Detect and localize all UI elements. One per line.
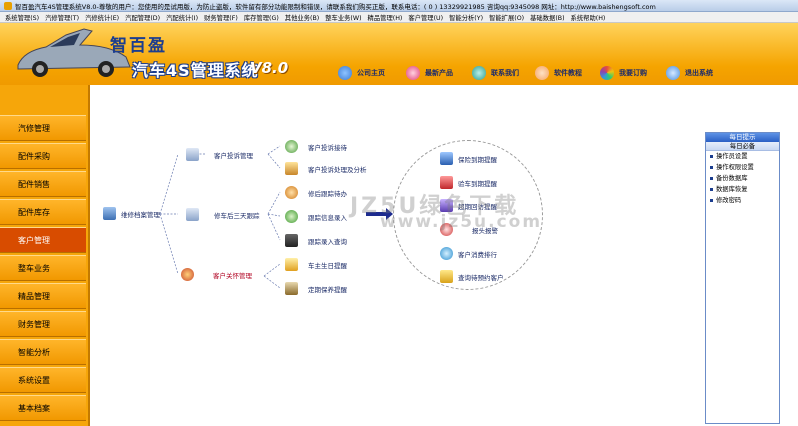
node-overdue-visit-reminder[interactable]: 超期回访提醒 bbox=[440, 199, 497, 212]
panel-item-change-password[interactable]: 修改密码 bbox=[706, 195, 779, 206]
node-three-day-followup[interactable]: 修车后三天跟踪 bbox=[186, 208, 260, 221]
node-inspection-reminder[interactable]: 验车到期提醒 bbox=[440, 176, 497, 189]
workflow-icon bbox=[186, 148, 199, 161]
panel-title: 每日提示 bbox=[706, 133, 779, 142]
node-followup-query[interactable]: 跟踪录入查询 bbox=[285, 234, 347, 247]
alarm-icon bbox=[440, 223, 453, 236]
panel-item-backup-database[interactable]: 备份数据库 bbox=[706, 173, 779, 184]
gift-icon bbox=[285, 162, 298, 175]
book-icon bbox=[440, 199, 453, 212]
people-icon bbox=[285, 186, 298, 199]
bullet-icon bbox=[710, 176, 713, 180]
node-insurance-reminder[interactable]: 保险到期提醒 bbox=[440, 152, 497, 165]
panel-item-permission-settings[interactable]: 操作权限设置 bbox=[706, 162, 779, 173]
daily-tips-panel: 每日提示 每日必备 操作员设置 操作权限设置 备份数据库 数据库恢复 修改密码 bbox=[705, 132, 780, 424]
bullet-icon bbox=[710, 187, 713, 191]
node-complaint-reception[interactable]: 客户投诉接待 bbox=[285, 140, 347, 153]
node-pending-appointments[interactable]: 查询待预约客户 bbox=[440, 270, 504, 283]
node-birthday-reminder[interactable]: 车主生日提醒 bbox=[285, 258, 347, 271]
book-icon bbox=[440, 176, 453, 189]
node-complaint-management[interactable]: 客户投诉管理 bbox=[186, 148, 253, 161]
panel-item-operator-settings[interactable]: 操作员设置 bbox=[706, 151, 779, 162]
monitor-icon bbox=[440, 152, 453, 165]
node-followup-entry[interactable]: 跟踪信息录入 bbox=[285, 210, 347, 223]
calculator-icon bbox=[285, 234, 298, 247]
flow-arrow-head bbox=[386, 208, 393, 220]
folder-icon bbox=[440, 270, 453, 283]
recycle-icon bbox=[285, 210, 298, 223]
cake-icon bbox=[285, 258, 298, 271]
bullet-icon bbox=[710, 165, 713, 169]
people-icon bbox=[181, 268, 194, 281]
bullet-icon bbox=[710, 154, 713, 158]
node-consumption-ranking[interactable]: 客户消费排行 bbox=[440, 247, 497, 260]
chart-icon bbox=[440, 247, 453, 260]
workflow-icon bbox=[186, 208, 199, 221]
node-complaint-handling[interactable]: 客户投诉处理及分析 bbox=[285, 162, 367, 175]
node-alarm[interactable]: 报头报警 bbox=[440, 223, 498, 236]
node-followup-todo[interactable]: 修后跟踪待办 bbox=[285, 186, 347, 199]
node-customer-care[interactable]: 客户关怀管理 bbox=[181, 268, 252, 281]
node-repair-archive[interactable]: 维修档案管理 bbox=[103, 207, 160, 220]
globe-icon bbox=[285, 140, 298, 153]
document-icon bbox=[285, 282, 298, 295]
archive-icon bbox=[103, 207, 116, 220]
node-maintenance-reminder[interactable]: 定期保养提醒 bbox=[285, 282, 347, 295]
bullet-icon bbox=[710, 198, 713, 202]
panel-item-restore-database[interactable]: 数据库恢复 bbox=[706, 184, 779, 195]
panel-subtitle: 每日必备 bbox=[706, 142, 779, 151]
